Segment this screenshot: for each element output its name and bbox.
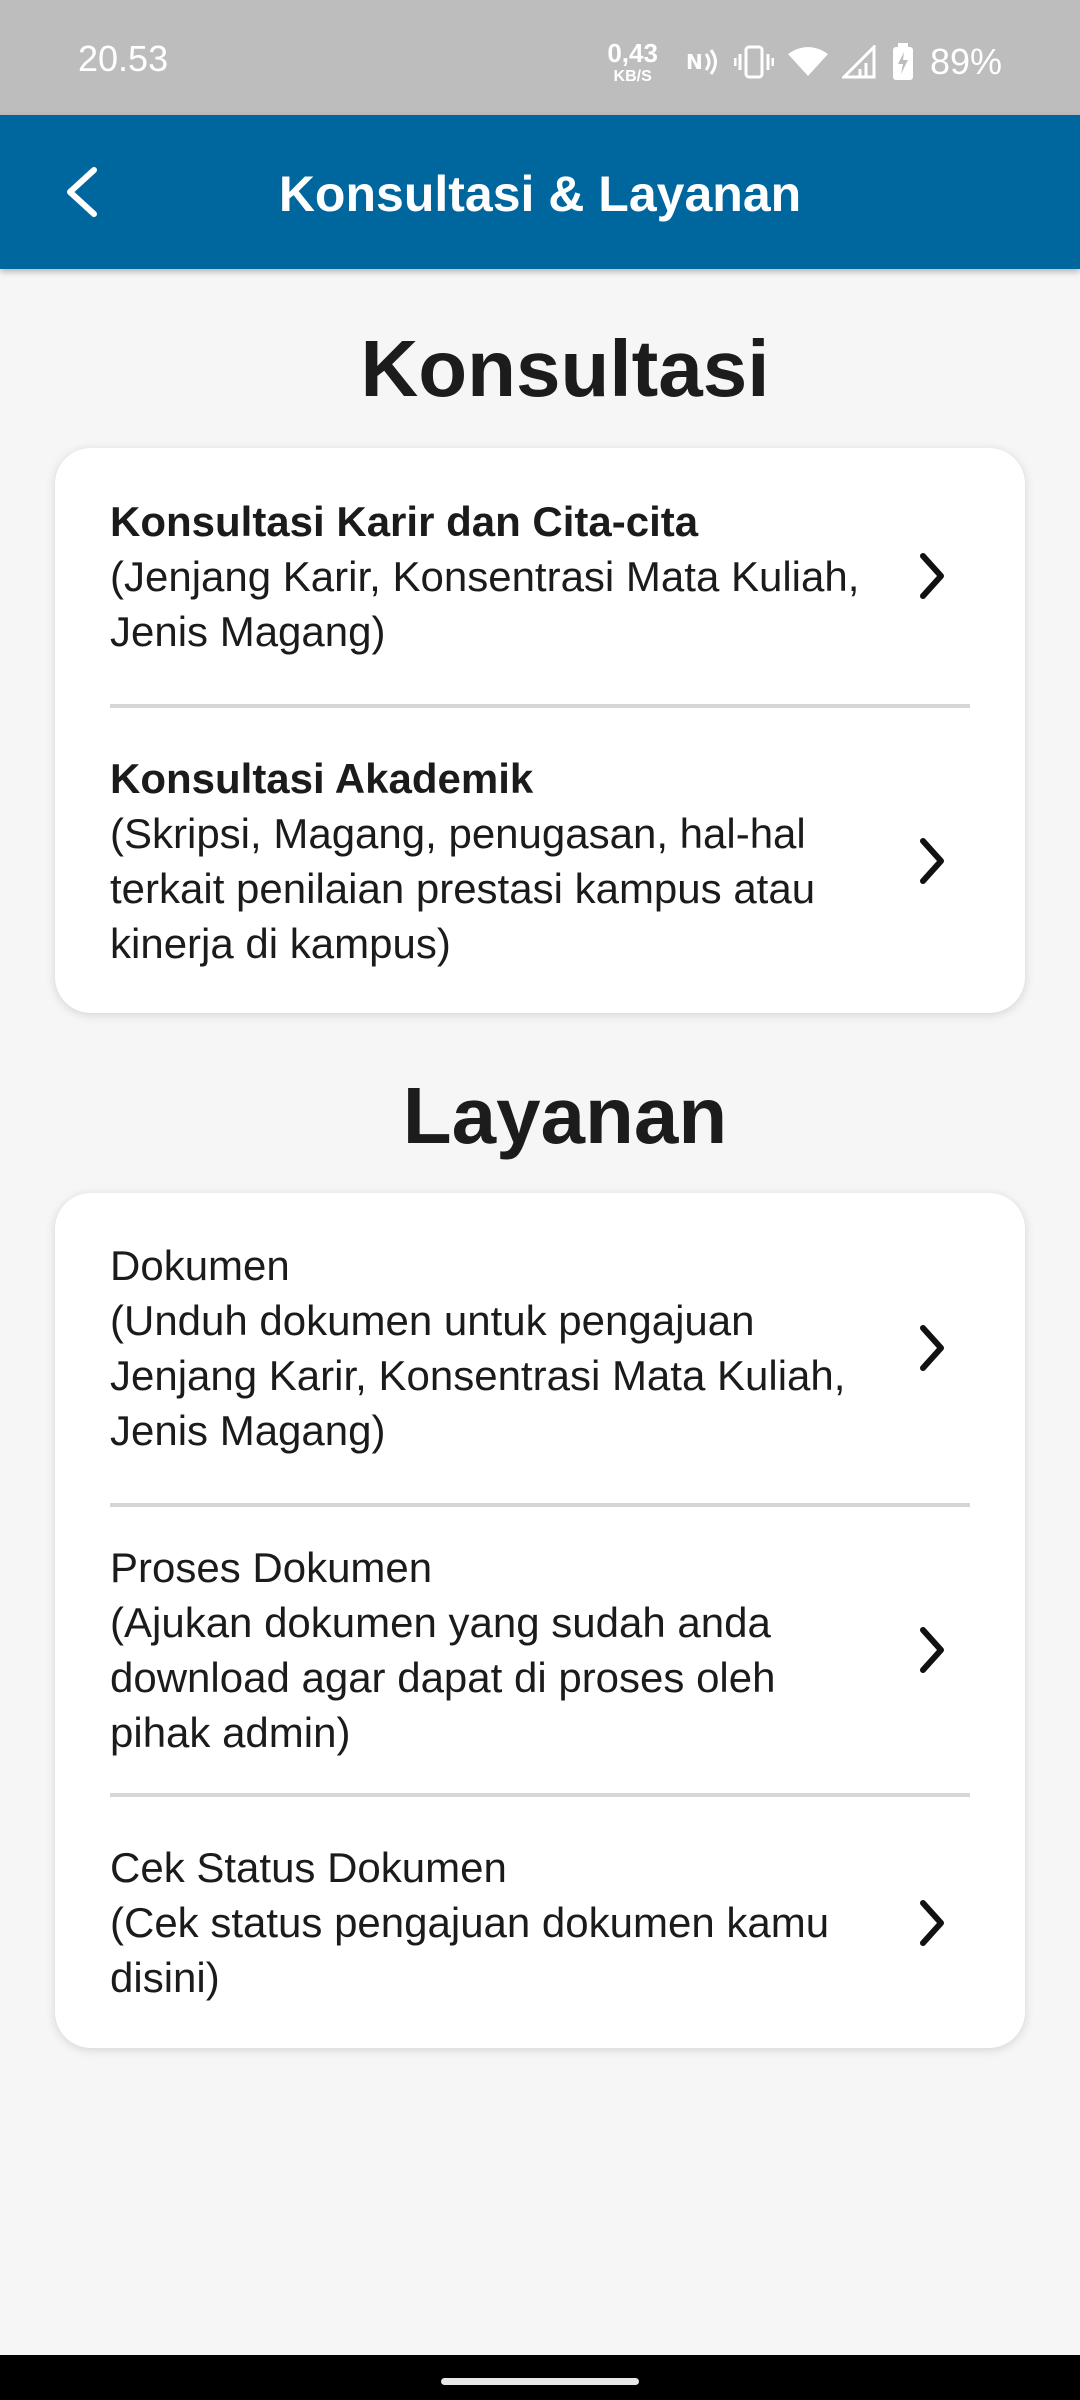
cek-status-dokumen-item[interactable]: Cek Status Dokumen (Cek status pengajuan… (110, 1793, 970, 2048)
section-title-layanan: Layanan (402, 1071, 728, 1160)
page-title: Konsultasi & Layanan (278, 166, 802, 222)
item-title: Proses Dokumen (110, 1544, 433, 1591)
chevron-right-icon (904, 1622, 960, 1678)
konsultasi-card: Konsultasi Karir dan Cita-cita (Jenjang … (55, 448, 1025, 1013)
chevron-right-icon (904, 548, 960, 604)
status-icons: 0,43 KB/S N 89% (607, 30, 1002, 94)
section-title-konsultasi: Konsultasi (360, 324, 770, 413)
status-bar: 20.53 0,43 KB/S N 89% (0, 0, 1080, 115)
chevron-right-icon (904, 1895, 960, 1951)
proses-dokumen-item[interactable]: Proses Dokumen (Ajukan dokumen yang suda… (110, 1503, 970, 1793)
item-text: Konsultasi Akademik (Skripsi, Magang, pe… (110, 751, 904, 971)
battery-level: 89% (929, 41, 1002, 82)
chevron-right-icon (904, 833, 960, 889)
signal-icon (841, 45, 878, 79)
network-speed-unit: KB/S (613, 67, 652, 85)
svg-text:N: N (686, 50, 703, 74)
home-gesture-handle[interactable] (441, 2378, 639, 2385)
app-bar: Konsultasi & Layanan (0, 115, 1080, 269)
item-title: Konsultasi Karir dan Cita-cita (110, 497, 699, 545)
item-description: (Unduh dokumen untuk pengajuan Jenjang K… (110, 1297, 846, 1454)
item-description: (Ajukan dokumen yang sudah anda download… (110, 1599, 776, 1756)
item-description: (Jenjang Karir, Konsentrasi Mata Kuliah,… (110, 552, 860, 655)
layanan-card: Dokumen (Unduh dokumen untuk pengajuan J… (55, 1193, 1025, 2048)
wifi-icon (787, 46, 828, 78)
item-description: (Cek status pengajuan dokumen kamu disin… (110, 1899, 830, 2001)
chevron-right-icon (904, 1320, 960, 1376)
dokumen-item[interactable]: Dokumen (Unduh dokumen untuk pengajuan J… (110, 1193, 970, 1503)
item-text: Cek Status Dokumen (Cek status pengajuan… (110, 1840, 904, 2005)
item-title: Dokumen (110, 1242, 290, 1289)
nfc-icon: N (686, 47, 720, 77)
system-nav-bar (0, 2355, 1080, 2400)
network-speed: 0,43 KB/S (607, 40, 658, 85)
vibrate-icon (733, 44, 774, 80)
battery-charging-icon (892, 43, 914, 81)
item-title: Cek Status Dokumen (110, 1844, 507, 1891)
item-title: Konsultasi Akademik (110, 754, 534, 802)
item-text: Konsultasi Karir dan Cita-cita (Jenjang … (110, 494, 904, 659)
item-text: Proses Dokumen (Ajukan dokumen yang suda… (110, 1540, 904, 1760)
network-speed-value: 0,43 (607, 37, 658, 68)
item-text: Dokumen (Unduh dokumen untuk pengajuan J… (110, 1238, 904, 1458)
status-time: 20.53 (78, 38, 169, 79)
konsultasi-akademik-item[interactable]: Konsultasi Akademik (Skripsi, Magang, pe… (110, 704, 970, 1013)
konsultasi-karir-item[interactable]: Konsultasi Karir dan Cita-cita (Jenjang … (110, 448, 970, 704)
item-description: (Skripsi, Magang, penugasan, hal-hal ter… (110, 809, 816, 967)
